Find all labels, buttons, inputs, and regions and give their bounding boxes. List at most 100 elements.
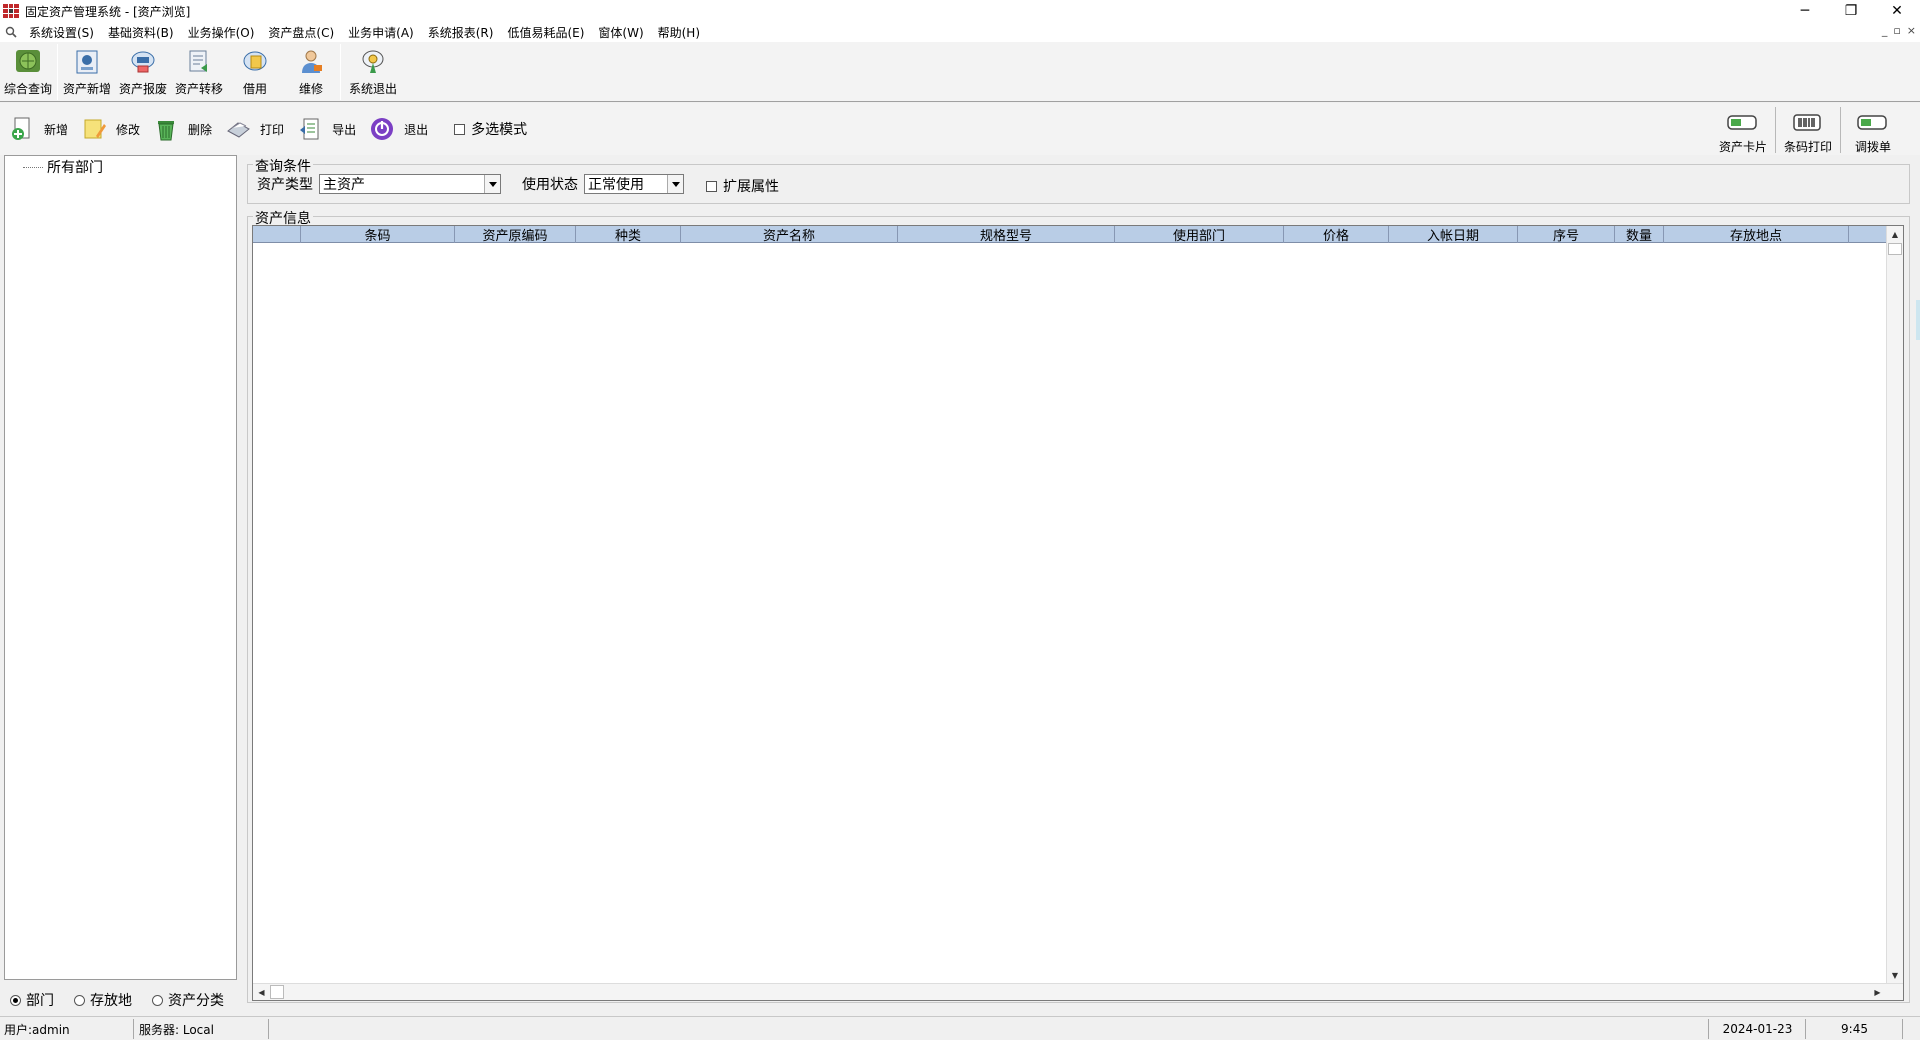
scroll-left-icon[interactable]: ◀ — [253, 984, 270, 1000]
asset-scrap-button[interactable]: 资产报废 — [115, 42, 171, 102]
chevron-down-icon — [484, 175, 500, 193]
add-document-icon — [8, 115, 36, 143]
print-button[interactable]: 打印 — [224, 115, 284, 143]
close-button[interactable]: ✕ — [1874, 0, 1920, 22]
window-title: 固定资产管理系统 - [资产浏览] — [25, 4, 191, 19]
title-bar: 固定资产管理系统 - [资产浏览] ─ ❐ ✕ — [0, 0, 1920, 22]
status-time: 9:45 — [1807, 1019, 1903, 1039]
comprehensive-query-label: 综合查询 — [3, 82, 52, 96]
edit-button[interactable]: 修改 — [80, 115, 140, 143]
column-header-quantity[interactable]: 数量 — [1615, 226, 1664, 243]
grid-vertical-scrollbar[interactable]: ▲ ▼ — [1886, 226, 1903, 984]
query-conditions-group: 查询条件 资产类型 主资产 使用状态 正常使用 扩展属性 — [247, 156, 1910, 204]
status-date: 2024-01-23 — [1710, 1019, 1806, 1039]
view-mode-location-radio[interactable]: 存放地 — [74, 990, 132, 1010]
menu-system-settings[interactable]: 系统设置(S) — [22, 24, 101, 41]
delete-button[interactable]: 删除 — [152, 115, 212, 143]
search-icon[interactable] — [0, 26, 22, 38]
borrow-icon — [239, 47, 271, 77]
edit-label: 修改 — [116, 122, 141, 137]
horizontal-scroll-thumb[interactable] — [270, 985, 284, 999]
asset-transfer-icon — [183, 47, 215, 77]
printer-icon — [224, 115, 252, 143]
asset-add-button[interactable]: 资产新增 — [59, 42, 115, 102]
multi-select-checkbox[interactable]: 多选模式 — [454, 119, 527, 139]
exit-button[interactable]: 退出 — [368, 115, 428, 143]
barcode-print-icon — [1792, 113, 1824, 132]
export-icon — [296, 115, 324, 143]
asset-type-label: 资产类型 — [257, 177, 313, 193]
menu-window[interactable]: 窗体(W) — [591, 24, 650, 41]
delete-label: 删除 — [188, 122, 213, 137]
chevron-down-icon — [667, 175, 683, 193]
exit-label: 退出 — [404, 122, 429, 137]
column-header-asset-name[interactable]: 资产名称 — [681, 226, 898, 243]
column-header-serial[interactable]: 序号 — [1518, 226, 1615, 243]
menu-help[interactable]: 帮助(H) — [651, 24, 707, 41]
repair-button[interactable]: 维修 — [283, 42, 339, 102]
asset-scrap-icon — [127, 47, 159, 77]
comprehensive-query-button[interactable]: 综合查询 — [0, 42, 56, 102]
restore-button[interactable]: ❐ — [1828, 0, 1874, 22]
column-header-indicator[interactable] — [253, 226, 301, 243]
add-label: 新增 — [44, 122, 69, 137]
column-header-extra[interactable] — [1849, 226, 1891, 243]
asset-transfer-button[interactable]: 资产转移 — [171, 42, 227, 102]
status-bar: 用户:admin 服务器: Local 2024-01-23 9:45 — [0, 1016, 1920, 1040]
menu-basic-data[interactable]: 基础资料(B) — [101, 24, 181, 41]
scroll-down-icon[interactable]: ▼ — [1887, 967, 1903, 984]
column-header-entry-date[interactable]: 入帐日期 — [1389, 226, 1518, 243]
asset-card-icon — [1727, 113, 1759, 132]
column-header-location[interactable]: 存放地点 — [1664, 226, 1849, 243]
menu-bar: 系统设置(S) 基础资料(B) 业务操作(O) 资产盘点(C) 业务申请(A) … — [0, 22, 1920, 42]
column-header-barcode[interactable]: 条码 — [301, 226, 455, 243]
asset-card-label: 资产卡片 — [1718, 140, 1767, 154]
view-mode-department-radio[interactable]: 部门 — [10, 990, 54, 1010]
extended-attr-checkbox[interactable]: 扩展属性 — [706, 176, 779, 196]
scroll-right-icon[interactable]: ▶ — [1869, 984, 1886, 1000]
asset-grid[interactable]: 条码 资产原编码 种类 资产名称 规格型号 使用部门 价格 入帐日期 序号 数量… — [252, 225, 1904, 1001]
asset-type-field: 资产类型 主资产 — [257, 174, 501, 194]
main-toolbar: 综合查询 资产新增 资产报废 资产转移 借用 维修 系统退出 — [0, 42, 1920, 102]
grid-horizontal-scrollbar[interactable]: ◀ ▶ — [253, 983, 1903, 1000]
use-status-select[interactable]: 正常使用 — [584, 174, 684, 194]
extended-attr-label: 扩展属性 — [723, 179, 779, 195]
view-mode-category-radio[interactable]: 资产分类 — [152, 990, 224, 1010]
column-header-price[interactable]: 价格 — [1284, 226, 1389, 243]
column-header-original-code[interactable]: 资产原编码 — [455, 226, 576, 243]
column-header-category[interactable]: 种类 — [576, 226, 681, 243]
system-exit-button[interactable]: 系统退出 — [342, 42, 404, 102]
asset-transfer-label: 资产转移 — [174, 82, 223, 96]
menu-business-request[interactable]: 业务申请(A) — [341, 24, 421, 41]
export-button[interactable]: 导出 — [296, 115, 356, 143]
status-user: 用户:admin — [0, 1019, 134, 1039]
power-icon — [368, 115, 396, 143]
vertical-scroll-thumb[interactable] — [1888, 243, 1902, 255]
borrow-label: 借用 — [242, 82, 267, 96]
mdi-restore-button[interactable]: ▫ — [1893, 24, 1900, 37]
repair-label: 维修 — [298, 82, 323, 96]
menu-asset-inventory[interactable]: 资产盘点(C) — [261, 24, 341, 41]
tree-node-label: 所有部门 — [47, 160, 103, 176]
scroll-up-icon[interactable]: ▲ — [1887, 226, 1903, 243]
borrow-button[interactable]: 借用 — [227, 42, 283, 102]
status-server: 服务器: Local — [135, 1019, 269, 1039]
column-header-spec-model[interactable]: 规格型号 — [898, 226, 1115, 243]
asset-add-icon — [71, 47, 103, 77]
menu-system-reports[interactable]: 系统报表(R) — [421, 24, 501, 41]
action-toolbar: 新增 修改 删除 打印 导出 退出 多选模式 资产卡片 条码打印 调拨单 — [0, 103, 1920, 155]
menu-business-ops[interactable]: 业务操作(O) — [181, 24, 262, 41]
tree-node-all-departments[interactable]: 所有部门 — [23, 157, 103, 177]
add-button[interactable]: 新增 — [8, 115, 68, 143]
asset-add-label: 资产新增 — [62, 82, 111, 96]
asset-card-button[interactable]: 资产卡片 — [1712, 107, 1774, 155]
mdi-minimize-button[interactable]: _ — [1882, 24, 1888, 37]
department-tree[interactable]: 所有部门 — [4, 155, 237, 980]
mdi-close-button[interactable]: × — [1907, 24, 1916, 37]
menu-consumables[interactable]: 低值易耗品(E) — [500, 24, 591, 41]
column-header-department[interactable]: 使用部门 — [1115, 226, 1284, 243]
barcode-print-button[interactable]: 条码打印 — [1777, 107, 1839, 155]
asset-type-select[interactable]: 主资产 — [319, 174, 501, 194]
transfer-slip-button[interactable]: 调拨单 — [1842, 107, 1904, 155]
minimize-button[interactable]: ─ — [1782, 0, 1828, 22]
